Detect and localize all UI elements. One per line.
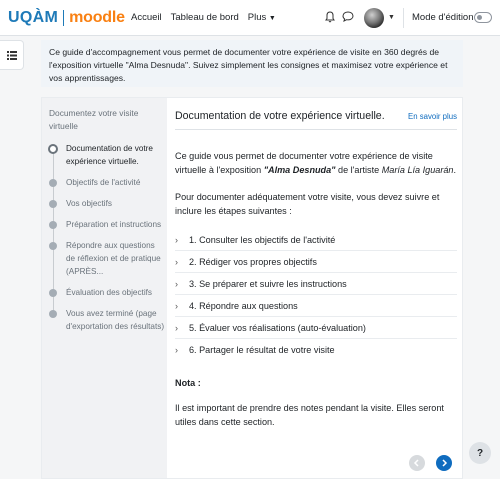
- nota-paragraph: Il est important de prendre des notes pe…: [175, 403, 444, 427]
- accordion-item-2[interactable]: › 2. Rédiger vos propres objectifs: [175, 251, 457, 273]
- uqam-logo-text: UQÀM: [8, 9, 59, 26]
- moodle-logo-text: moodle: [69, 9, 125, 26]
- accordion-label: 6. Partager le résultat de votre visite: [189, 345, 335, 355]
- lesson-content: Documentation de votre expérience virtue…: [175, 106, 457, 427]
- steps-list: Documentation de votre expérience virtue…: [48, 142, 166, 341]
- nav-link-tableau-de-bord[interactable]: Tableau de bord: [171, 12, 239, 23]
- top-navbar: UQÀM moodle Accueil Tableau de bord Plus…: [0, 0, 500, 36]
- step-label: Préparation et instructions: [66, 220, 162, 229]
- site-logo[interactable]: UQÀM moodle: [8, 9, 125, 27]
- step-marker: [49, 179, 57, 187]
- nav-link-accueil[interactable]: Accueil: [131, 12, 162, 23]
- accordion-item-4[interactable]: › 4. Répondre aux questions: [175, 295, 457, 317]
- accordion-item-3[interactable]: › 3. Se préparer et suivre les instructio…: [175, 273, 457, 295]
- accordion-item-5[interactable]: › 5. Évaluer vos réalisations (auto-évalu…: [175, 317, 457, 339]
- step-marker: [49, 221, 57, 229]
- intro-text-b: de l'artiste: [335, 165, 382, 175]
- primary-navigation: Accueil Tableau de bord Plus ▼: [131, 12, 276, 23]
- intro-paragraph: Ce guide vous permet de documenter votre…: [175, 149, 457, 177]
- nota-heading: Nota :: [175, 378, 201, 388]
- step-label: Évaluation des objectifs: [66, 288, 153, 297]
- edit-mode-toggle[interactable]: [474, 12, 492, 23]
- learn-more-link[interactable]: En savoir plus: [408, 112, 457, 121]
- activity-intro: Ce guide d'accompagnement vous permet de…: [41, 40, 463, 87]
- step-label: Vos objectifs: [66, 199, 112, 208]
- drawer-icon: [6, 50, 17, 60]
- step-label: Documentation de votre expérience virtue…: [66, 144, 153, 166]
- navbar-divider: [403, 8, 404, 28]
- step-marker: [49, 310, 57, 318]
- chevron-down-icon: ▼: [268, 15, 276, 22]
- step-label: Vous avez terminé (page d'exportation de…: [66, 309, 165, 331]
- chevron-right-icon: ›: [175, 300, 178, 311]
- steps-accordion: › 1. Consulter les objectifs de l'activit…: [175, 229, 457, 361]
- accordion-label: 5. Évaluer vos réalisations (auto-évalua…: [189, 322, 366, 333]
- chevron-right-icon: ›: [175, 234, 178, 245]
- step-marker: [49, 289, 57, 297]
- step-item-1[interactable]: Documentation de votre expérience virtue…: [48, 142, 166, 168]
- accordion-item-1[interactable]: › 1. Consulter les objectifs de l'activit…: [175, 229, 457, 251]
- chevron-right-icon: ›: [175, 278, 178, 289]
- user-menu-chevron-down-icon[interactable]: ▼: [388, 14, 395, 21]
- instructions-paragraph: Pour documenter adéquatement votre visit…: [175, 192, 440, 216]
- chevron-right-icon: ›: [175, 345, 178, 355]
- lesson-steps-sidebar: Documentez votre visite virtuelle Docume…: [42, 98, 167, 478]
- edit-mode-label: Mode d'édition: [412, 12, 474, 23]
- work-title: "Alma Desnuda": [263, 165, 336, 175]
- intro-text-c: .: [453, 165, 457, 175]
- step-label: Objectifs de l'activité: [66, 178, 141, 187]
- accordion-label: 4. Répondre aux questions: [189, 300, 298, 311]
- toggle-knob: [477, 15, 482, 20]
- user-avatar[interactable]: [364, 8, 384, 28]
- step-item-3[interactable]: Vos objectifs: [48, 197, 166, 210]
- logo-divider: [63, 10, 65, 26]
- artist-name: María Lía Iguarán: [381, 165, 454, 175]
- nav-more-menu[interactable]: Plus ▼: [248, 12, 276, 23]
- lesson-panel: Documentez votre visite virtuelle Docume…: [41, 97, 463, 479]
- step-marker: [49, 200, 57, 208]
- chevron-right-icon: ›: [175, 256, 178, 267]
- bell-icon[interactable]: [325, 11, 335, 23]
- nav-more-label: Plus: [247, 12, 267, 23]
- chevron-right-icon: ›: [175, 322, 178, 333]
- step-item-5[interactable]: Répondre aux questions de réflexion et d…: [48, 239, 166, 278]
- accordion-label: 2. Rédiger vos propres objectifs: [189, 256, 317, 267]
- step-label: Répondre aux questions de réflexion et d…: [66, 241, 161, 276]
- page-title: Documentation de votre expérience virtue…: [175, 110, 385, 122]
- accordion-item-6[interactable]: › 6. Partager le résultat de votre visite: [175, 339, 457, 361]
- chat-icon[interactable]: [342, 11, 354, 22]
- course-index-drawer-button[interactable]: [0, 40, 24, 70]
- step-marker-active: [48, 144, 58, 154]
- arrow-right-icon: [442, 459, 448, 467]
- accordion-label: 3. Se préparer et suivre les instruction…: [189, 278, 347, 289]
- next-page-button[interactable]: [436, 455, 452, 471]
- step-item-2[interactable]: Objectifs de l'activité: [48, 176, 166, 189]
- step-marker: [49, 242, 57, 250]
- sidebar-title: Documentez votre visite virtuelle: [49, 108, 139, 131]
- arrow-left-icon: [413, 459, 419, 467]
- step-item-7[interactable]: Vous avez terminé (page d'exportation de…: [48, 307, 166, 333]
- accordion-label: 1. Consulter les objectifs de l'activité: [189, 234, 336, 245]
- help-button[interactable]: ?: [469, 442, 491, 464]
- step-item-4[interactable]: Préparation et instructions: [48, 218, 166, 231]
- step-item-6[interactable]: Évaluation des objectifs: [48, 286, 166, 299]
- content-header: Documentation de votre expérience virtue…: [175, 106, 457, 130]
- previous-page-button[interactable]: [409, 455, 425, 471]
